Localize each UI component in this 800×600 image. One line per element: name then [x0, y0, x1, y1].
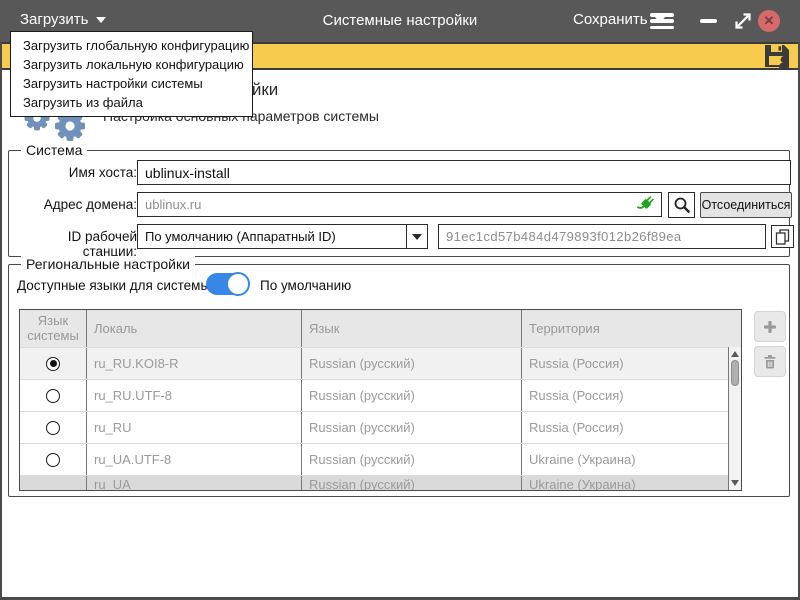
plug-connected-icon [636, 196, 654, 214]
languages-toggle-label: Доступные языки для системы: [17, 278, 214, 293]
menu-item-load-from-file[interactable]: Загрузить из файла [11, 93, 252, 112]
copy-icon [774, 228, 791, 245]
domain-input[interactable]: ublinux.ru [137, 192, 662, 217]
chevron-down-icon [412, 234, 422, 240]
cell-locale: ru_RU.KOI8-R [87, 348, 302, 379]
cell-language: Russian (русский) [302, 476, 522, 491]
search-domain-button[interactable] [668, 192, 695, 218]
domain-value: ublinux.ru [145, 197, 636, 212]
locales-table: Язык системы Локаль Язык Территория ru_R… [19, 309, 742, 491]
cell-locale: ru_RU [87, 412, 302, 443]
locales-table-header: Язык системы Локаль Язык Территория [20, 310, 741, 347]
maximize-button[interactable] [732, 10, 754, 32]
workstation-id-value: 91ec1cd57b484d479893f012b26f89ea [446, 229, 681, 244]
cell-territory: Ukraine (Украина) [522, 476, 741, 491]
scroll-up-icon[interactable] [731, 351, 739, 357]
table-scrollbar[interactable] [728, 347, 741, 490]
cell-locale: ru_RU.UTF-8 [87, 380, 302, 411]
copy-id-button[interactable] [771, 225, 794, 248]
load-dropdown-menu: Загрузить глобальную конфигурацию Загруз… [10, 31, 253, 117]
maximize-icon [732, 10, 754, 32]
toggle-knob [226, 272, 250, 296]
cell-territory: Russia (Россия) [522, 380, 741, 411]
load-menu-button[interactable]: Загрузить [20, 11, 106, 28]
search-icon [673, 196, 691, 214]
menu-item-load-global-config[interactable]: Загрузить глобальную конфигурацию [11, 36, 252, 55]
disconnect-button[interactable]: Отсоединиться [700, 192, 792, 218]
load-menu-button-label: Загрузить [20, 11, 89, 28]
system-groupbox: Система Имя хоста: ublinux-install Адрес… [8, 150, 790, 257]
delete-locale-button[interactable] [754, 346, 786, 377]
header-locale[interactable]: Локаль [87, 310, 302, 347]
hamburger-icon [650, 13, 674, 17]
workstation-id-select[interactable]: По умолчанию (Аппаратный ID) [137, 224, 428, 249]
regional-groupbox: Региональные настройки Доступные языки д… [8, 264, 790, 497]
disconnect-button-label: Отсоединиться [702, 198, 791, 212]
menu-item-load-local-config[interactable]: Загрузить локальную конфигурацию [11, 55, 252, 74]
table-row[interactable]: ru_RU.UTF-8 Russian (русский) Russia (Ро… [20, 379, 741, 411]
table-row[interactable]: ru_UA Russian (русский) Ukraine (Украина… [20, 475, 741, 491]
regional-group-label: Региональные настройки [21, 256, 195, 272]
cell-language: Russian (русский) [302, 380, 522, 411]
cell-language: Russian (русский) [302, 412, 522, 443]
save-icon [762, 43, 792, 69]
system-language-radio[interactable] [46, 389, 60, 403]
header-language[interactable]: Язык [302, 310, 522, 347]
window-title: Системные настройки [0, 12, 800, 29]
table-row[interactable]: ru_UA.UTF-8 Russian (русский) Ukraine (У… [20, 443, 741, 475]
languages-toggle-state: По умолчанию [260, 278, 351, 293]
system-language-radio[interactable] [46, 421, 60, 435]
table-row[interactable]: ru_RU.KOI8-R Russian (русский) Russia (Р… [20, 347, 741, 379]
cell-territory: Russia (Россия) [522, 412, 741, 443]
header-territory[interactable]: Территория [522, 310, 741, 347]
domain-label: Адрес домена: [13, 197, 137, 212]
plus-icon [762, 319, 778, 335]
system-settings-window: Системные настройки Загрузить Сохранить … [0, 0, 800, 600]
header-system-language[interactable]: Язык системы [20, 310, 87, 347]
cell-territory: Ukraine (Украина) [522, 444, 741, 475]
minimize-button[interactable] [700, 19, 717, 23]
hostname-label: Имя хоста: [13, 165, 137, 180]
hamburger-menu-button[interactable] [650, 13, 674, 29]
table-row[interactable]: ru_RU Russian (русский) Russia (Россия) [20, 411, 741, 443]
cell-language: Russian (русский) [302, 444, 522, 475]
workstation-id-value-field[interactable]: 91ec1cd57b484d479893f012b26f89ea [438, 224, 766, 249]
close-icon: ✕ [764, 13, 775, 29]
languages-toggle[interactable] [206, 273, 249, 295]
save-menu-button-label: Сохранить [573, 11, 648, 28]
hostname-input[interactable]: ublinux-install [137, 160, 791, 185]
cell-locale: ru_UA.UTF-8 [87, 444, 302, 475]
cell-language: Russian (русский) [302, 348, 522, 379]
workstation-id-label: ID рабочей станции: [13, 229, 137, 259]
chevron-down-icon [96, 17, 106, 23]
system-language-radio[interactable] [46, 357, 60, 371]
scrollbar-thumb[interactable] [731, 360, 739, 386]
cell-territory: Russia (Россия) [522, 348, 741, 379]
hostname-value: ublinux-install [145, 165, 230, 181]
menu-item-load-system-settings[interactable]: Загрузить настройки системы [11, 74, 252, 93]
trash-icon [762, 354, 778, 370]
scroll-down-icon[interactable] [731, 480, 739, 486]
system-language-radio[interactable] [46, 453, 60, 467]
cell-locale: ru_UA [87, 476, 302, 491]
system-group-label: Система [21, 142, 87, 158]
add-locale-button[interactable] [754, 311, 786, 342]
save-settings-button[interactable] [762, 43, 792, 69]
workstation-id-selected-option: По умолчанию (Аппаратный ID) [138, 229, 406, 244]
close-button[interactable]: ✕ [758, 10, 780, 32]
